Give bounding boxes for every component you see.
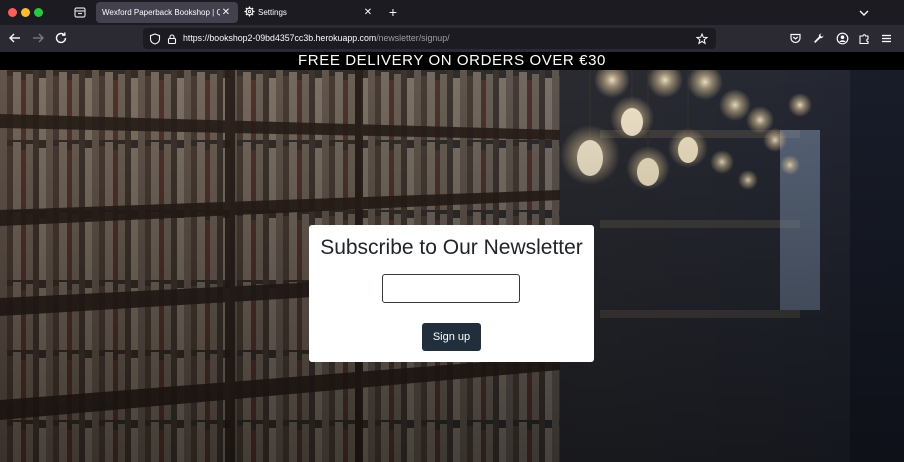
- close-tab-icon[interactable]: ✕: [220, 5, 232, 19]
- chevron-down-icon[interactable]: [858, 6, 870, 18]
- newsletter-card: Subscribe to Our Newsletter Sign up: [309, 225, 594, 362]
- minimize-window-button[interactable]: [21, 8, 30, 17]
- address-bar[interactable]: https://bookshop2-09bd4357cc3b.herokuapp…: [143, 28, 716, 49]
- account-icon[interactable]: [836, 32, 849, 45]
- new-tab-button[interactable]: +: [386, 4, 400, 20]
- extensions-icon[interactable]: [858, 32, 871, 45]
- gear-icon: [244, 6, 255, 17]
- newsletter-title: Subscribe to Our Newsletter: [320, 236, 583, 259]
- tab-title: Wexford Paperback Bookshop | Qua: [102, 8, 220, 17]
- url-path: /newsletter/signup/: [376, 33, 450, 43]
- tab-title: Settings: [258, 8, 287, 17]
- reload-icon[interactable]: [54, 31, 68, 45]
- tab-strip: Wexford Paperback Bookshop | Qua ✕ Setti…: [0, 0, 904, 25]
- library-background-image: Subscribe to Our Newsletter Sign up: [0, 70, 904, 462]
- tab-settings[interactable]: Settings ✕: [240, 2, 380, 23]
- close-window-button[interactable]: [8, 8, 17, 17]
- menu-icon[interactable]: [880, 32, 893, 45]
- tab-bookshop[interactable]: Wexford Paperback Bookshop | Qua ✕: [96, 2, 238, 23]
- zoom-window-button[interactable]: [34, 8, 43, 17]
- signup-button[interactable]: Sign up: [422, 323, 481, 351]
- url-text[interactable]: https://bookshop2-09bd4357cc3b.herokuapp…: [183, 33, 450, 43]
- navigation-toolbar: https://bookshop2-09bd4357cc3b.herokuapp…: [0, 25, 904, 52]
- bookmark-star-icon[interactable]: [695, 32, 709, 45]
- forward-arrow-icon[interactable]: [31, 31, 45, 45]
- email-field[interactable]: [382, 274, 520, 303]
- page-viewport: FREE DELIVERY ON ORDERS OVER €30 Subscri…: [0, 52, 904, 462]
- wrench-icon[interactable]: [812, 32, 825, 45]
- firefox-view-icon[interactable]: [73, 5, 87, 19]
- url-host: https://bookshop2-09bd4357cc3b.herokuapp…: [183, 33, 377, 43]
- pocket-icon[interactable]: [789, 32, 802, 45]
- back-arrow-icon[interactable]: [8, 31, 22, 45]
- lock-icon[interactable]: [166, 32, 178, 45]
- close-tab-icon[interactable]: ✕: [362, 5, 374, 19]
- shield-icon[interactable]: [149, 32, 161, 45]
- delivery-banner: FREE DELIVERY ON ORDERS OVER €30: [0, 52, 904, 70]
